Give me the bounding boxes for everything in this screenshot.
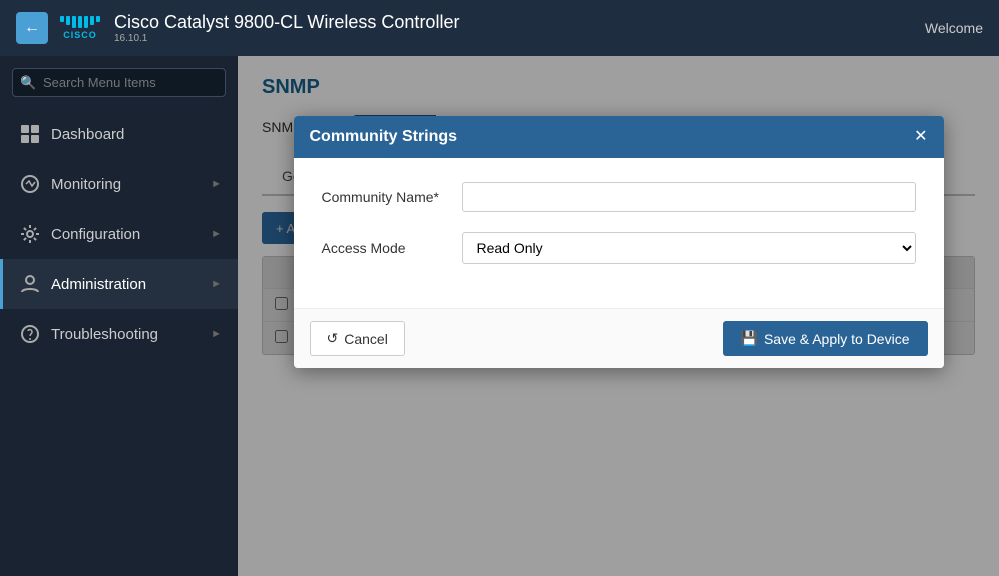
- monitoring-chevron: ►: [211, 178, 222, 190]
- dialog-close-button[interactable]: ✕: [914, 129, 927, 145]
- search-icon: 🔍: [20, 75, 36, 91]
- sidebar-item-monitoring[interactable]: Monitoring ►: [0, 159, 238, 209]
- administration-chevron: ►: [211, 278, 222, 290]
- dialog-body: Community Name* Access Mode Read Only Re…: [294, 158, 944, 308]
- welcome-text: Welcome: [925, 20, 983, 36]
- sidebar-item-configuration[interactable]: Configuration ►: [0, 209, 238, 259]
- sidebar-item-configuration-label: Configuration: [51, 226, 211, 243]
- community-name-row: Community Name*: [322, 182, 916, 212]
- community-name-input[interactable]: [462, 182, 916, 212]
- search-box: 🔍: [12, 68, 226, 97]
- cancel-label: Cancel: [344, 331, 388, 347]
- cisco-logo: CISCO: [60, 16, 100, 40]
- sidebar-item-dashboard[interactable]: Dashboard: [0, 109, 238, 159]
- access-mode-row: Access Mode Read Only Read Write: [322, 232, 916, 264]
- dashboard-icon: [19, 123, 41, 145]
- app-title: Cisco Catalyst 9800-CL Wireless Controll…: [114, 12, 459, 32]
- configuration-chevron: ►: [211, 228, 222, 240]
- save-icon: 💾: [741, 330, 758, 347]
- main-content: SNMP SNMP Mode ENABLED 👁 General Communi…: [238, 56, 999, 576]
- troubleshooting-chevron: ►: [211, 328, 222, 340]
- header: ← CISCO Cisco Catalyst 9800-CL Wireless …: [0, 0, 999, 56]
- access-mode-select[interactable]: Read Only Read Write: [462, 232, 916, 264]
- monitoring-icon: [19, 173, 41, 195]
- sidebar-item-dashboard-label: Dashboard: [51, 126, 222, 143]
- save-button[interactable]: 💾 Save & Apply to Device: [723, 321, 928, 356]
- sidebar: 🔍 Dashboard Monitoring ►: [0, 56, 238, 576]
- save-label: Save & Apply to Device: [764, 331, 910, 347]
- app-version: 16.10.1: [114, 33, 925, 44]
- community-name-label: Community Name*: [322, 189, 462, 205]
- community-strings-dialog: Community Strings ✕ Community Name* Acce…: [294, 116, 944, 368]
- cancel-icon: ↺: [327, 330, 339, 347]
- search-input[interactable]: [12, 68, 226, 97]
- dialog-overlay: Community Strings ✕ Community Name* Acce…: [238, 56, 999, 576]
- dialog-title: Community Strings: [310, 128, 458, 146]
- dialog-footer: ↺ Cancel 💾 Save & Apply to Device: [294, 308, 944, 368]
- back-button[interactable]: ←: [16, 12, 48, 44]
- configuration-icon: [19, 223, 41, 245]
- layout: 🔍 Dashboard Monitoring ►: [0, 56, 999, 576]
- access-mode-label: Access Mode: [322, 240, 462, 256]
- sidebar-item-troubleshooting-label: Troubleshooting: [51, 326, 211, 343]
- troubleshooting-icon: [19, 323, 41, 345]
- sidebar-item-monitoring-label: Monitoring: [51, 176, 211, 193]
- sidebar-item-troubleshooting[interactable]: Troubleshooting ►: [0, 309, 238, 359]
- dialog-header: Community Strings ✕: [294, 116, 944, 158]
- cancel-button[interactable]: ↺ Cancel: [310, 321, 405, 356]
- sidebar-item-administration[interactable]: Administration ►: [0, 259, 238, 309]
- administration-icon: [19, 273, 41, 295]
- sidebar-item-administration-label: Administration: [51, 276, 211, 293]
